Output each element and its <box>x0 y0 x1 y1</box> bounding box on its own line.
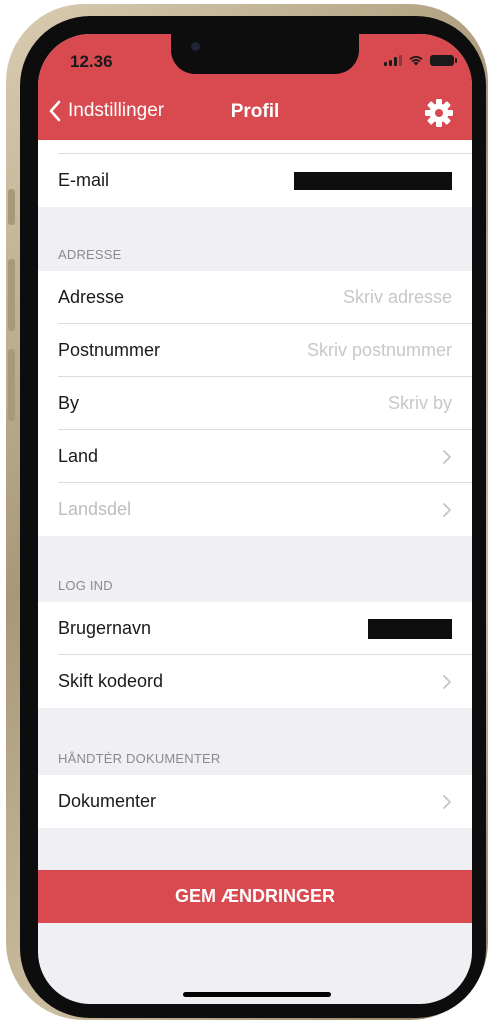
postal-code-label: Postnummer <box>58 340 161 360</box>
city-input[interactable]: Skriv by <box>388 393 452 414</box>
email-label: E-mail <box>58 170 110 190</box>
redacted-email-value <box>294 171 452 190</box>
status-time: 12.36 <box>70 52 113 71</box>
wifi-icon <box>409 56 423 66</box>
chevron-right-icon <box>443 794 451 809</box>
chevron-right-icon <box>443 449 451 464</box>
save-changes-button[interactable]: GEM ÆNDRINGER <box>38 870 472 923</box>
documents-row[interactable]: Dokumenter <box>38 775 472 828</box>
section-header-login: LOG IND <box>58 578 113 593</box>
postal-code-input[interactable]: Skriv postnummer <box>307 340 452 361</box>
city-row[interactable]: By Skriv by <box>38 377 472 430</box>
previous-row-edge <box>38 140 472 154</box>
email-row[interactable]: E-mail <box>38 154 472 207</box>
username-label: Brugernavn <box>58 618 152 638</box>
volume-down-button <box>8 349 15 421</box>
change-password-label: Skift kodeord <box>58 671 164 691</box>
username-row[interactable]: Brugernavn <box>38 602 472 655</box>
app-header: 12.36 Indstillinger Profil <box>38 34 472 140</box>
mute-switch <box>8 189 15 225</box>
battery-icon <box>430 55 457 66</box>
signal-icon <box>384 55 402 66</box>
section-header-documents: HÅNDTÉR DOKUMENTER <box>58 751 221 766</box>
city-label: By <box>58 393 80 413</box>
chevron-right-icon <box>443 674 451 689</box>
front-camera <box>191 42 200 51</box>
notch <box>171 34 359 74</box>
volume-up-button <box>8 259 15 331</box>
redacted-username-value <box>368 618 452 639</box>
documents-label: Dokumenter <box>58 791 157 811</box>
address-label: Adresse <box>58 287 125 307</box>
section-header-address: ADRESSE <box>58 247 122 262</box>
app-screen: 12.36 Indstillinger Profil E-mail ADRESS… <box>38 34 472 1004</box>
gear-icon[interactable] <box>424 98 454 128</box>
page-title: Profil <box>230 101 280 122</box>
country-row[interactable]: Land <box>38 430 472 483</box>
address-input[interactable]: Skriv adresse <box>343 287 452 308</box>
change-password-row[interactable]: Skift kodeord <box>38 655 472 708</box>
region-label: Landsdel <box>58 499 132 519</box>
region-row[interactable]: Landsdel <box>38 483 472 536</box>
postal-code-row[interactable]: Postnummer Skriv postnummer <box>38 324 472 377</box>
address-row[interactable]: Adresse Skriv adresse <box>38 271 472 324</box>
chevron-right-icon <box>443 502 451 517</box>
country-label: Land <box>58 446 99 466</box>
home-indicator[interactable] <box>183 992 331 997</box>
status-icons <box>384 54 457 66</box>
phone-frame: 12.36 Indstillinger Profil E-mail ADRESS… <box>6 4 488 1020</box>
